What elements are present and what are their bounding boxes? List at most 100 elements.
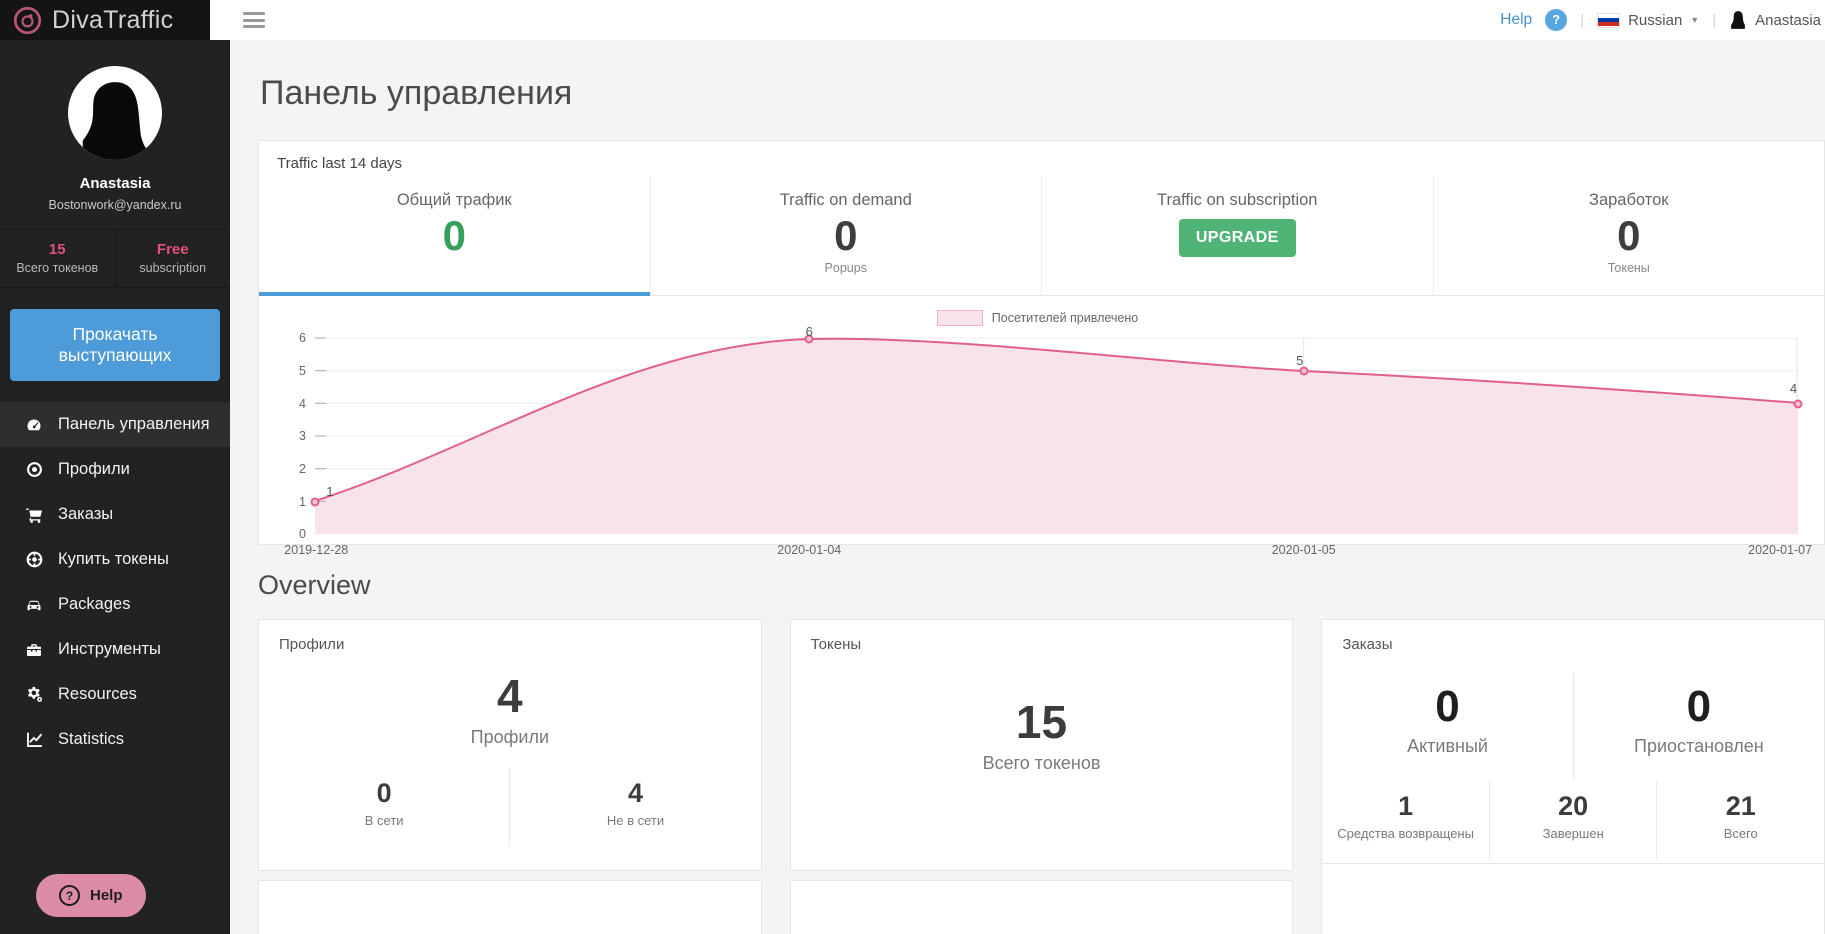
upgrade-button[interactable]: UPGRADE <box>1179 219 1296 257</box>
orders-primary-row: 0 Активный 0 Приостановлен <box>1322 657 1824 780</box>
russian-flag-icon <box>1597 13 1620 28</box>
sidebar-item-label: Инструменты <box>58 640 161 659</box>
data-label: 4 <box>1790 381 1797 396</box>
brand-logo[interactable]: DivaTraffic <box>0 0 210 40</box>
help-badge-icon[interactable]: ? <box>1545 9 1567 31</box>
tokens-card-title: Токены <box>791 620 1293 657</box>
avatar[interactable] <box>68 66 162 160</box>
subscription-stat-value: Free <box>118 241 229 258</box>
orders-secondary-row: 1 Средства возвращены 20 Завершен 21 Все… <box>1322 781 1824 859</box>
x-tick: 2020-01-04 <box>777 543 841 557</box>
active-orders-stat: 0 Активный <box>1322 673 1572 778</box>
overview-cards: Профили 4 Профили 0 В сети 4 Не в сети <box>258 619 1825 934</box>
chevron-down-icon: ▼ <box>1690 15 1699 25</box>
tokens-column: Токены 15 Всего токенов <box>790 619 1294 934</box>
sidebar-item-profiles[interactable]: Профили <box>0 447 230 492</box>
menu-toggle-icon[interactable] <box>243 9 265 32</box>
traffic-chart: Посетителей привлечено <box>259 296 1824 544</box>
buy-tokens-icon <box>25 551 43 568</box>
data-label: 1 <box>326 484 333 499</box>
total-orders-stat: 21 Всего <box>1656 781 1824 859</box>
x-tick: 2019-12-28 <box>284 543 348 557</box>
sidebar-item-packages[interactable]: Packages <box>0 582 230 627</box>
chart-legend[interactable]: Посетителей привлечено <box>271 310 1804 326</box>
user-menu[interactable]: Anastasia <box>1729 10 1821 30</box>
brand-name: DivaTraffic <box>52 6 173 35</box>
sidebar-item-statistics[interactable]: Statistics <box>0 717 230 762</box>
profiles-card: Профили 4 Профили 0 В сети 4 Не в сети <box>258 619 762 871</box>
sidebar: Anastasia Bostonwork@yandex.ru 15 Всего … <box>0 0 230 934</box>
y-tick: 3 <box>276 429 306 443</box>
offline-stat: 4 Не в сети <box>509 768 760 846</box>
user-avatar-icon <box>1729 10 1747 30</box>
tokens-card: Токены 15 Всего токенов <box>790 619 1294 871</box>
tab-traffic-on-demand[interactable]: Traffic on demand 0 Popups <box>651 176 1043 295</box>
y-tick: 5 <box>276 364 306 378</box>
orders-icon <box>25 506 43 523</box>
sidebar-item-label: Statistics <box>58 730 124 749</box>
help-button-label: Help <box>90 887 123 904</box>
profiles-sub-row: 0 В сети 4 Не в сети <box>259 768 761 846</box>
sidebar-item-dashboard[interactable]: Панель управления <box>0 402 230 447</box>
sidebar-item-tools[interactable]: Инструменты <box>0 627 230 672</box>
sidebar-item-label: Packages <box>58 595 130 614</box>
sidebar-item-label: Купить токены <box>58 550 169 569</box>
page-title: Панель управления <box>260 74 1825 113</box>
header-right: Help ? | Russian ▼ | Anastasia <box>1500 9 1825 31</box>
completed-stat: 20 Завершен <box>1489 781 1657 859</box>
area-chart-svg <box>315 338 1798 534</box>
tab-total-traffic[interactable]: Общий трафик 0 <box>259 176 651 295</box>
boost-performers-button[interactable]: Прокачать выступающих <box>10 309 220 381</box>
data-point <box>1794 399 1803 408</box>
data-label: 6 <box>806 324 813 339</box>
user-name: Anastasia <box>1755 12 1821 29</box>
subscription-stat: Free subscription <box>115 230 231 287</box>
orders-card-title: Заказы <box>1322 620 1824 657</box>
sidebar-item-label: Resources <box>58 685 137 704</box>
earnings-value: 0 <box>1434 212 1825 260</box>
tab-traffic-on-subscription[interactable]: Traffic on subscription UPGRADE <box>1042 176 1434 295</box>
data-label: 5 <box>1296 353 1303 368</box>
tokens-main-stat: 15 Всего токенов <box>791 657 1293 794</box>
language-selector[interactable]: Russian ▼ <box>1597 12 1699 29</box>
header-divider: | <box>1580 12 1584 29</box>
chart-plot-area: 6 5 4 3 2 1 0 1 6 5 4 2019-12-28 2020-01… <box>315 338 1798 534</box>
subscription-stat-label: subscription <box>118 261 229 275</box>
profiles-main-stat: 4 Профили <box>259 657 761 768</box>
next-row-card <box>790 880 1294 934</box>
sidebar-item-label: Панель управления <box>58 415 210 434</box>
overview-title: Overview <box>258 570 1825 601</box>
main-content: Панель управления Traffic last 14 days О… <box>230 40 1825 934</box>
legend-label: Посетителей привлечено <box>992 311 1138 325</box>
y-tick: 1 <box>276 495 306 509</box>
x-tick: 2020-01-07 <box>1748 543 1812 557</box>
on-demand-value: 0 <box>651 212 1042 260</box>
profiles-column: Профили 4 Профили 0 В сети 4 Не в сети <box>258 619 762 934</box>
tokens-stat: 15 Всего токенов <box>0 230 115 287</box>
traffic-card: Traffic last 14 days Общий трафик 0 Traf… <box>258 140 1825 545</box>
sidebar-item-buy-tokens[interactable]: Купить токены <box>0 537 230 582</box>
tokens-stat-label: Всего токенов <box>2 261 113 275</box>
sidebar-menu: Панель управления Профили Заказы Купить … <box>0 402 230 762</box>
paused-orders-stat: 0 Приостановлен <box>1573 673 1824 778</box>
profiles-total-value: 4 <box>259 671 761 722</box>
question-icon: ? <box>59 885 80 906</box>
y-tick: 6 <box>276 331 306 345</box>
sidebar-item-orders[interactable]: Заказы <box>0 492 230 537</box>
profiles-icon <box>25 461 43 478</box>
sidebar-help-button[interactable]: ? Help <box>36 874 146 917</box>
traffic-tabs: Общий трафик 0 Traffic on demand 0 Popup… <box>259 176 1824 296</box>
orders-column: Заказы 0 Активный 0 Приостановлен 1 Сред… <box>1321 619 1825 934</box>
dashboard-icon <box>25 416 43 433</box>
header-help-link[interactable]: Help <box>1500 11 1532 29</box>
legend-swatch <box>937 310 983 326</box>
x-tick: 2020-01-05 <box>1272 543 1336 557</box>
packages-icon <box>25 596 43 613</box>
traffic-card-title: Traffic last 14 days <box>259 141 1824 176</box>
language-label: Russian <box>1628 12 1682 29</box>
tab-earnings[interactable]: Заработок 0 Токены <box>1434 176 1825 295</box>
sidebar-item-resources[interactable]: Resources <box>0 672 230 717</box>
refunded-stat: 1 Средства возвращены <box>1322 781 1489 859</box>
data-point <box>311 497 320 506</box>
header-divider: | <box>1712 12 1716 29</box>
